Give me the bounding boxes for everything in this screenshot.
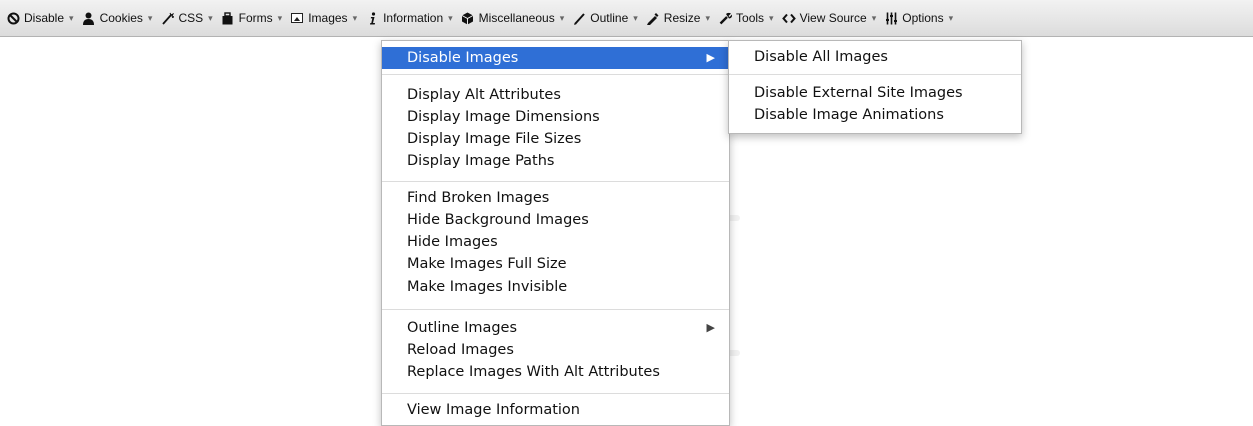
images-icon [290, 11, 304, 25]
menu-item-find-broken-images[interactable]: Find Broken Images [382, 187, 729, 209]
chevron-down-icon: ▾ [277, 12, 283, 23]
menu-item-display-image-paths[interactable]: Display Image Paths [382, 150, 729, 172]
menu-item-label: View Image Information [407, 402, 580, 418]
menu-item-disable-external-site-images[interactable]: Disable External Site Images [729, 82, 1021, 104]
menu-separator [382, 393, 729, 394]
toolbar-css-label: CSS [178, 11, 204, 25]
toolbar-resize[interactable]: Resize ▾ [646, 11, 710, 25]
menu-item-replace-images-with-alt[interactable]: Replace Images With Alt Attributes [382, 361, 729, 383]
toolbar-miscellaneous[interactable]: Miscellaneous ▾ [461, 11, 565, 25]
menu-item-make-images-invisible[interactable]: Make Images Invisible [382, 276, 729, 298]
chevron-down-icon: ▾ [705, 12, 711, 23]
menu-item-hide-images[interactable]: Hide Images [382, 231, 729, 253]
cookies-icon [82, 11, 96, 25]
toolbar-css[interactable]: CSS ▾ [160, 11, 213, 25]
chevron-down-icon: ▾ [871, 12, 877, 23]
resize-icon [646, 11, 660, 25]
submenu-arrow-icon: ▶ [706, 51, 715, 64]
menu-separator [382, 181, 729, 182]
menu-item-label: Disable Images [407, 50, 519, 66]
miscellaneous-icon [461, 11, 475, 25]
toolbar-images[interactable]: Images ▾ [290, 11, 357, 25]
menu-item-label: Find Broken Images [407, 190, 550, 206]
menu-item-display-image-file-sizes[interactable]: Display Image File Sizes [382, 128, 729, 150]
menu-item-label: Hide Images [407, 234, 498, 250]
menu-separator [382, 309, 729, 310]
chevron-down-icon: ▾ [147, 12, 153, 23]
menu-separator [382, 74, 729, 75]
toolbar-disable[interactable]: Disable ▾ [6, 11, 74, 25]
menu-item-label: Display Image File Sizes [407, 131, 582, 147]
menu-item-label: Disable Image Animations [754, 107, 944, 123]
disable-images-submenu: Disable All Images Disable External Site… [728, 40, 1022, 134]
menu-item-disable-images[interactable]: Disable Images ▶ [382, 47, 729, 69]
toolbar-information[interactable]: Information ▾ [365, 11, 453, 25]
options-icon [884, 11, 898, 25]
toolbar-cookies[interactable]: Cookies ▾ [82, 11, 153, 25]
menu-item-disable-image-animations[interactable]: Disable Image Animations [729, 104, 1021, 126]
menu-separator [729, 74, 1021, 75]
toolbar-disable-label: Disable [24, 11, 65, 25]
chevron-down-icon: ▾ [69, 12, 74, 23]
outline-icon [572, 11, 586, 25]
menu-item-label: Disable External Site Images [754, 85, 963, 101]
menu-item-label: Display Image Dimensions [407, 109, 600, 125]
forms-icon [221, 11, 235, 25]
web-developer-toolbar: Disable ▾ Cookies ▾ CSS ▾ Forms ▾ Images… [0, 0, 1253, 37]
toolbar-view-source-label: View Source [799, 11, 867, 25]
chevron-down-icon: ▾ [559, 12, 565, 23]
toolbar-resize-label: Resize [663, 11, 701, 25]
chevron-down-icon: ▾ [448, 12, 453, 23]
menu-item-disable-all-images[interactable]: Disable All Images [729, 46, 1021, 68]
toolbar-images-label: Images [308, 11, 348, 25]
information-icon [365, 11, 379, 25]
menu-item-label: Make Images Full Size [407, 256, 567, 272]
toolbar-tools[interactable]: Tools ▾ [718, 11, 774, 25]
menu-item-view-image-information[interactable]: View Image Information [382, 399, 729, 421]
toolbar-forms[interactable]: Forms ▾ [221, 11, 283, 25]
menu-item-label: Disable All Images [754, 49, 888, 65]
toolbar-view-source[interactable]: View Source ▾ [781, 11, 877, 25]
menu-item-label: Hide Background Images [407, 212, 589, 228]
toolbar-outline-label: Outline [590, 11, 629, 25]
chevron-down-icon: ▾ [208, 12, 213, 23]
toolbar-options-label: Options [902, 11, 944, 25]
toolbar-tools-label: Tools [736, 11, 765, 25]
toolbar-forms-label: Forms [238, 11, 273, 25]
css-icon [160, 11, 174, 25]
tools-icon [718, 11, 732, 25]
chevron-down-icon: ▾ [769, 12, 774, 23]
menu-item-display-alt-attributes[interactable]: Display Alt Attributes [382, 84, 729, 106]
toolbar-outline[interactable]: Outline ▾ [572, 11, 638, 25]
menu-item-make-images-full-size[interactable]: Make Images Full Size [382, 253, 729, 275]
menu-item-label: Outline Images [407, 320, 518, 336]
menu-item-label: Make Images Invisible [407, 279, 568, 295]
menu-item-display-image-dimensions[interactable]: Display Image Dimensions [382, 106, 729, 128]
menu-item-hide-background-images[interactable]: Hide Background Images [382, 209, 729, 231]
menu-item-reload-images[interactable]: Reload Images [382, 339, 729, 361]
chevron-down-icon: ▾ [633, 12, 638, 23]
chevron-down-icon: ▾ [948, 12, 954, 23]
submenu-arrow-icon: ▶ [706, 321, 715, 334]
menu-item-label: Replace Images With Alt Attributes [407, 364, 660, 380]
menu-item-label: Reload Images [407, 342, 514, 358]
toolbar-cookies-label: Cookies [99, 11, 143, 25]
menu-item-label: Display Alt Attributes [407, 87, 561, 103]
toolbar-information-label: Information [383, 11, 444, 25]
toolbar-miscellaneous-label: Miscellaneous [478, 11, 555, 25]
chevron-down-icon: ▾ [352, 12, 358, 23]
view-source-icon [781, 11, 796, 25]
menu-item-label: Display Image Paths [407, 153, 555, 169]
disable-icon [6, 11, 20, 25]
images-menu: Disable Images ▶ Display Alt Attributes … [381, 40, 730, 426]
menu-item-outline-images[interactable]: Outline Images ▶ [382, 317, 729, 339]
toolbar-options[interactable]: Options ▾ [884, 11, 953, 25]
